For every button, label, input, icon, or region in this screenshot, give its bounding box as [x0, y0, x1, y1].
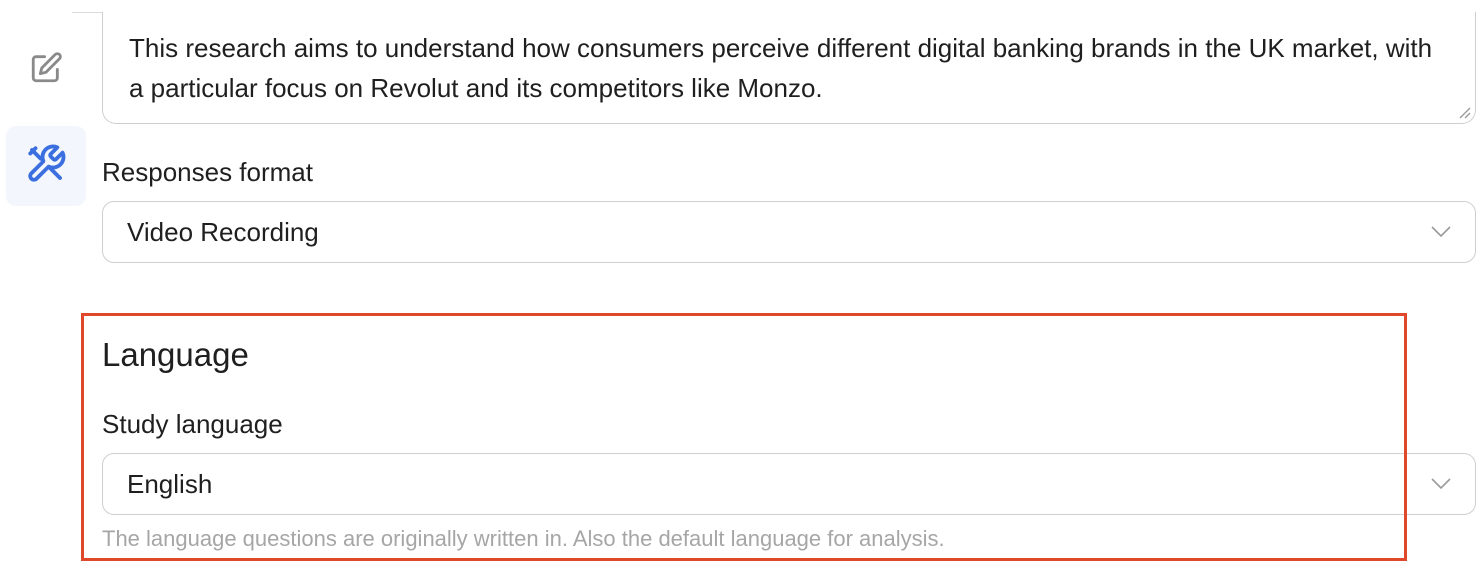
rail-tools-button[interactable] [6, 126, 86, 206]
chevron-down-icon [1431, 478, 1451, 490]
study-language-select[interactable]: English [102, 453, 1476, 515]
responses-format-value: Video Recording [127, 216, 319, 247]
chevron-down-icon [1431, 226, 1451, 238]
study-description-text: This research aims to understand how con… [129, 33, 1433, 103]
study-language-helper-text: The language questions are originally wr… [102, 526, 945, 551]
responses-format-label: Responses format [102, 157, 313, 187]
study-description-textarea[interactable]: This research aims to understand how con… [102, 12, 1476, 124]
rail-edit-button[interactable] [6, 30, 86, 110]
edit-icon [29, 51, 63, 90]
language-section-heading: Language [102, 336, 249, 373]
tools-icon [25, 143, 67, 190]
responses-format-select[interactable]: Video Recording [102, 201, 1476, 263]
study-language-value: English [127, 468, 213, 499]
study-language-label: Study language [102, 409, 283, 439]
divider [72, 12, 102, 13]
resize-handle-icon[interactable] [1457, 105, 1471, 119]
study-settings-page: This research aims to understand how con… [0, 0, 1480, 572]
